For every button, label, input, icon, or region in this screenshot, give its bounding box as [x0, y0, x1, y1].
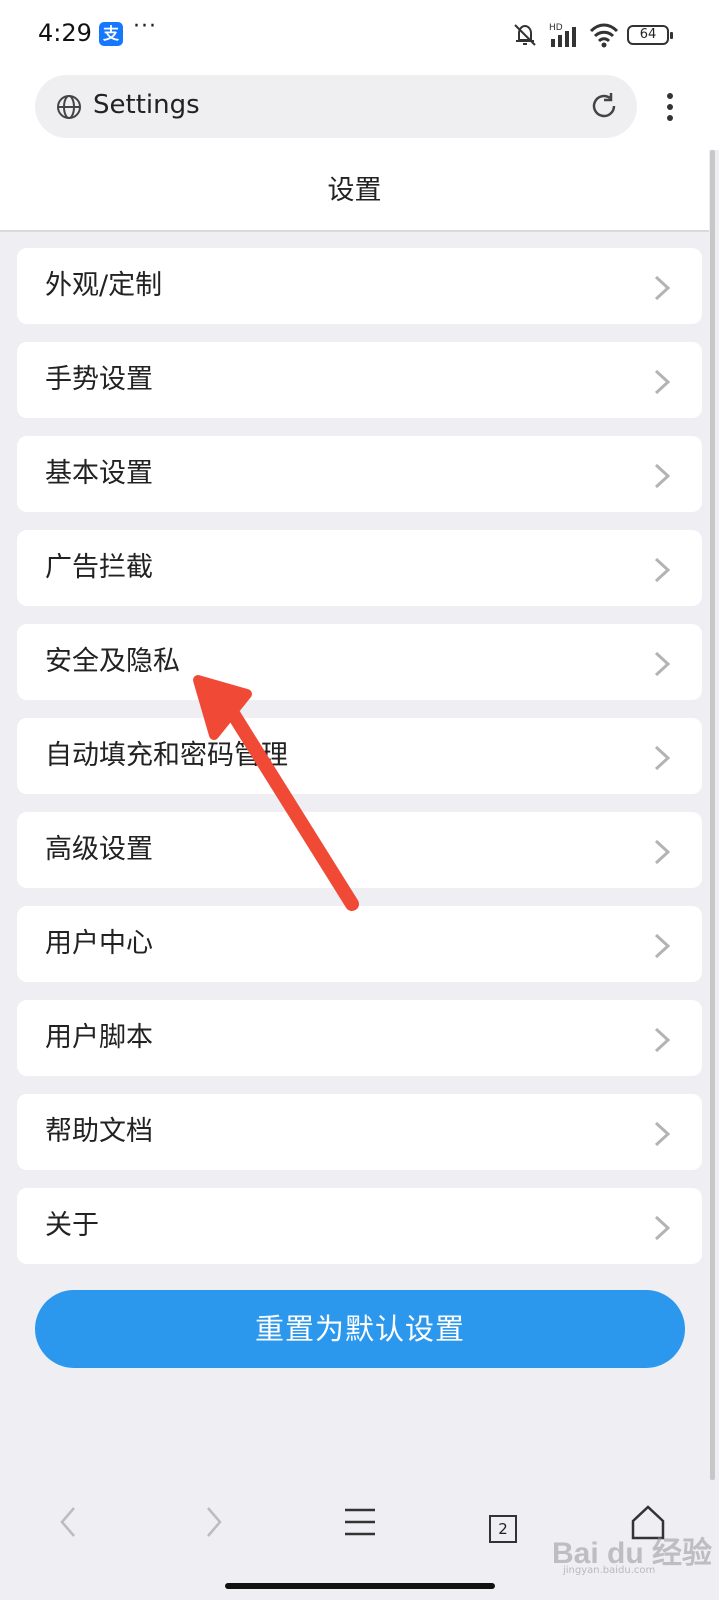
page-title: 设置	[327, 175, 382, 206]
chevron-right-icon	[654, 1027, 671, 1053]
menu-icon[interactable]	[340, 1502, 380, 1542]
more-vertical-icon[interactable]	[655, 87, 685, 127]
chevron-right-icon	[654, 275, 671, 301]
battery-icon: 64	[627, 25, 673, 45]
settings-item-autofill-passwords[interactable]: 自动填充和密码管理	[17, 718, 702, 794]
settings-item-about[interactable]: 关于	[17, 1188, 702, 1264]
settings-item-label: 自动填充和密码管理	[45, 740, 288, 771]
mute-icon	[514, 24, 536, 46]
settings-item-label: 用户脚本	[45, 1022, 153, 1053]
network-type-label: HD	[549, 23, 563, 33]
wifi-icon	[589, 23, 619, 48]
chevron-right-icon	[654, 369, 671, 395]
watermark-url: jingyan.baidu.com	[563, 1565, 656, 1576]
settings-item-help-docs[interactable]: 帮助文档	[17, 1094, 702, 1170]
settings-item-user-center[interactable]: 用户中心	[17, 906, 702, 982]
settings-item-label: 关于	[45, 1210, 99, 1241]
address-bar[interactable]: Settings	[35, 75, 637, 138]
settings-item-label: 基本设置	[45, 458, 153, 489]
signal-icon: HD	[549, 23, 576, 47]
page-header: 设置	[0, 150, 709, 232]
chevron-right-icon	[654, 1121, 671, 1147]
reload-icon[interactable]	[589, 91, 619, 121]
browser-app: 4:29 支 ··· HD 64 Settings 设置 外观/定制 手势设置 …	[0, 0, 719, 1600]
settings-item-label: 帮助文档	[45, 1116, 153, 1147]
settings-item-label: 外观/定制	[45, 270, 163, 301]
settings-item-label: 安全及隐私	[45, 646, 180, 677]
settings-item-basic[interactable]: 基本设置	[17, 436, 702, 512]
settings-item-adblock[interactable]: 广告拦截	[17, 530, 702, 606]
settings-item-advanced[interactable]: 高级设置	[17, 812, 702, 888]
settings-item-label: 广告拦截	[45, 552, 153, 583]
alipay-notification-icon: 支	[99, 22, 123, 46]
settings-item-label: 手势设置	[45, 364, 153, 395]
more-notifications-icon: ···	[133, 14, 157, 39]
settings-item-security-privacy[interactable]: 安全及隐私	[17, 624, 702, 700]
status-bar: 4:29 支 ··· HD 64	[0, 0, 719, 70]
status-time: 4:29	[38, 19, 92, 47]
browser-toolbar: Settings	[0, 70, 719, 150]
chevron-right-icon	[654, 839, 671, 865]
tabs-icon[interactable]: 2	[489, 1515, 517, 1543]
address-text[interactable]: Settings	[93, 90, 200, 120]
chevron-right-icon	[654, 557, 671, 583]
home-indicator[interactable]	[225, 1583, 495, 1589]
settings-item-appearance[interactable]: 外观/定制	[17, 248, 702, 324]
chevron-right-icon	[654, 1215, 671, 1241]
settings-item-gestures[interactable]: 手势设置	[17, 342, 702, 418]
reset-defaults-button[interactable]: 重置为默认设置	[35, 1290, 685, 1368]
back-icon[interactable]	[50, 1502, 90, 1542]
status-icons: HD 64	[511, 20, 673, 50]
settings-item-label: 用户中心	[45, 928, 153, 959]
chevron-right-icon	[654, 651, 671, 677]
globe-icon	[57, 95, 81, 119]
scrollbar[interactable]	[710, 150, 715, 1480]
chevron-right-icon	[654, 933, 671, 959]
chevron-right-icon	[654, 745, 671, 771]
settings-item-user-scripts[interactable]: 用户脚本	[17, 1000, 702, 1076]
settings-list: 外观/定制 手势设置 基本设置 广告拦截 安全及隐私 自动填充和密码管理 高级设…	[17, 248, 702, 1282]
settings-item-label: 高级设置	[45, 834, 153, 865]
chevron-right-icon	[654, 463, 671, 489]
forward-icon[interactable]	[192, 1502, 232, 1542]
